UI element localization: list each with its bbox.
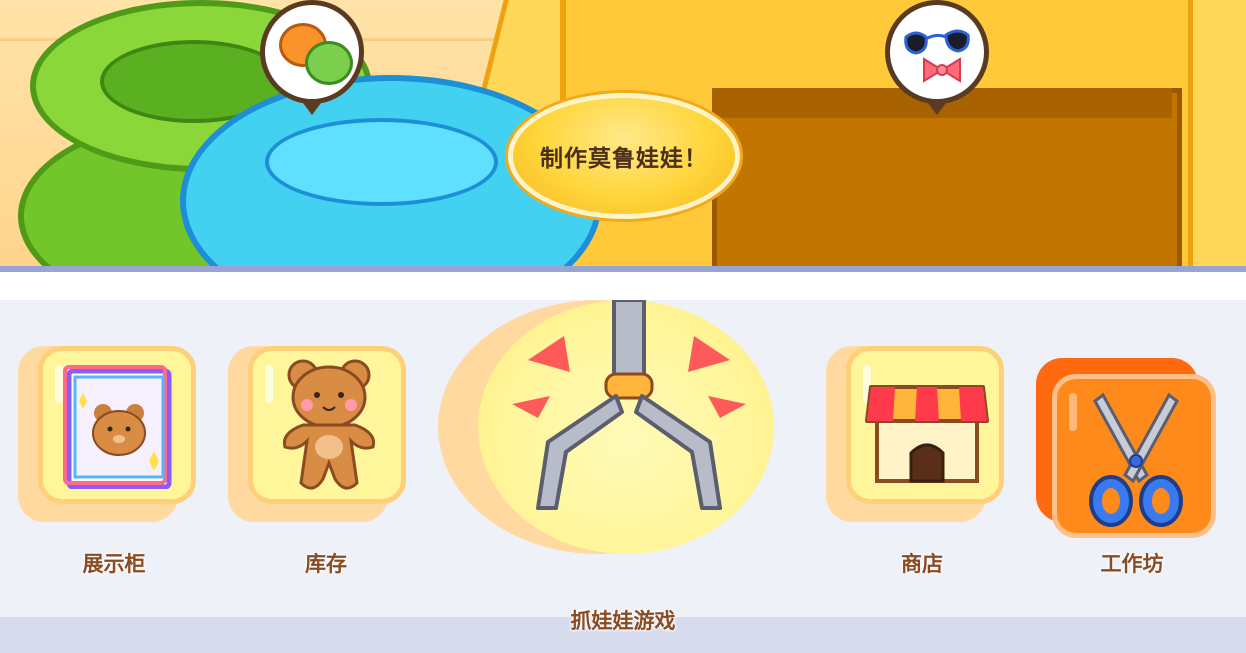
claw-game-button[interactable] — [438, 300, 774, 554]
bow-icon — [923, 57, 961, 83]
fluff-materials-bubble[interactable] — [260, 0, 364, 115]
menu-item-workshop[interactable]: 工作坊 — [1036, 358, 1218, 576]
workshop-scene: 制作莫鲁娃娃！ — [0, 0, 1246, 272]
tile-face — [248, 346, 406, 504]
make-doll-button[interactable]: 制作莫鲁娃娃！ — [508, 93, 740, 219]
tile-face — [38, 346, 196, 504]
blue-fluff-pile-hollow — [265, 118, 498, 206]
menu-item-inventory[interactable]: 库存 — [228, 346, 408, 576]
tile-face-selected — [1052, 374, 1216, 538]
green-fluff-icon — [305, 41, 353, 85]
menu-item-label: 商店 — [901, 552, 943, 576]
menu-item-display-cabinet[interactable]: 展示柜 — [18, 346, 198, 576]
menu-item-label: 库存 — [305, 552, 347, 576]
tile-shine — [55, 365, 63, 403]
claw-icon — [512, 300, 746, 510]
scissors-icon — [1089, 392, 1183, 527]
box-flap-right — [1188, 0, 1246, 272]
tile-shine — [265, 365, 273, 403]
display-cabinet-icon — [63, 365, 172, 489]
accessories-bubble[interactable] — [885, 0, 989, 115]
menu-item-label: 展示柜 — [82, 552, 146, 576]
make-doll-label: 制作莫鲁娃娃！ — [540, 146, 708, 172]
tile-shine — [1069, 393, 1077, 431]
menu-item-label: 工作坊 — [1100, 552, 1164, 576]
shop-icon — [865, 385, 989, 483]
claw-game-label: 抓娃娃游戏 — [570, 609, 676, 633]
sunglasses-icon — [904, 29, 970, 55]
bear-inventory-icon — [282, 359, 376, 490]
menu-item-shop[interactable]: 商店 — [826, 346, 1006, 576]
tile-face — [846, 346, 1004, 504]
